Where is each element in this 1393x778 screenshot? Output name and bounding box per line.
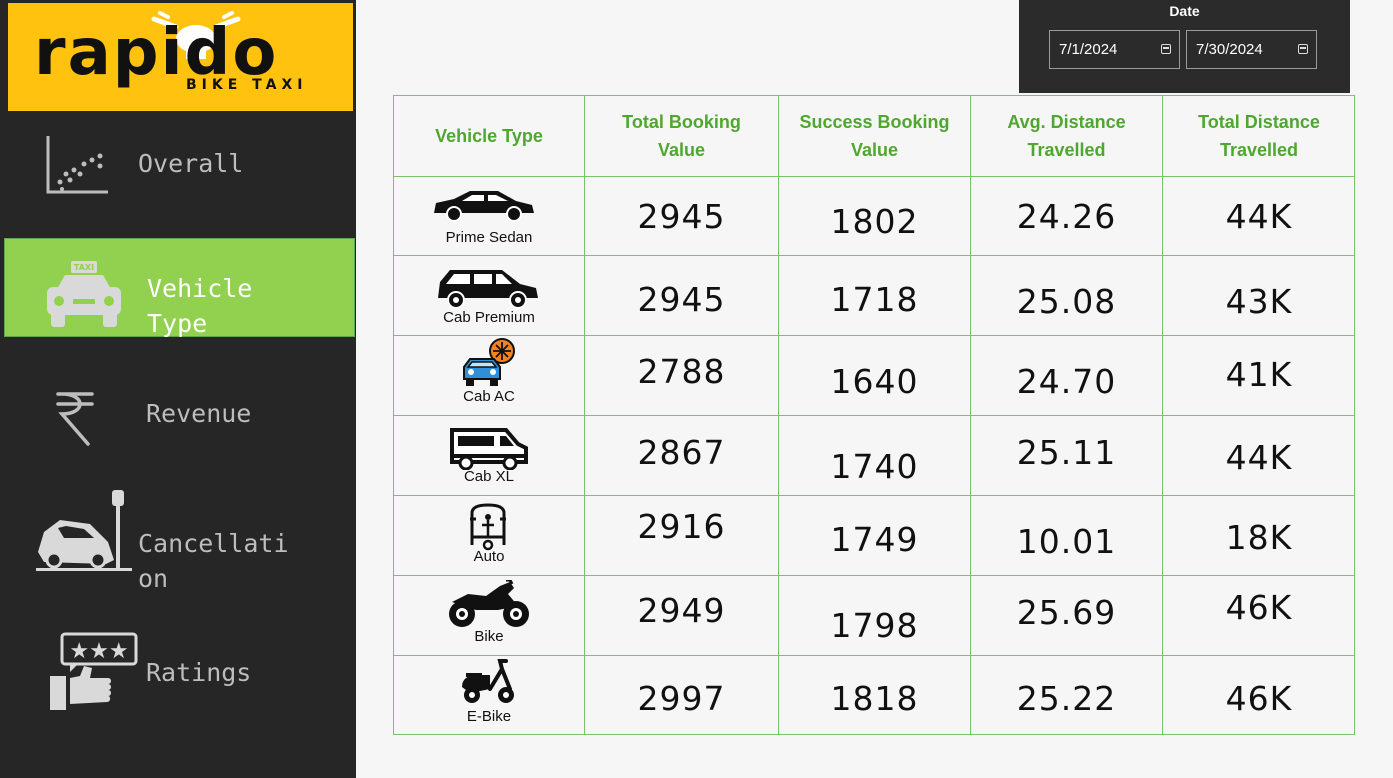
avg-distance-value: 24.26 xyxy=(1016,197,1117,236)
row-divider xyxy=(394,255,1354,256)
row-divider xyxy=(394,415,1354,416)
total-distance-value: 44K xyxy=(1225,438,1293,477)
sidebar-item-label-line1: Cancellati xyxy=(138,529,289,558)
avg-distance-value: 10.01 xyxy=(1016,522,1117,561)
total-distance-value: 18K xyxy=(1225,518,1293,557)
date-filter: Date 7/1/2024 7/30/2024 xyxy=(1019,0,1350,93)
total-booking-value: 2949 xyxy=(637,591,726,630)
row-divider xyxy=(394,176,1354,177)
header-total-booking[interactable]: Total Booking Value xyxy=(585,96,778,176)
thumbs-up-stars-icon: ★★★ xyxy=(50,632,138,710)
sidebar-item-cancellation[interactable]: Cancellati on xyxy=(4,486,355,596)
brand-tagline: BIKE TAXI xyxy=(186,77,308,93)
avg-distance-value: 25.08 xyxy=(1016,282,1117,321)
success-booking-value: 1818 xyxy=(830,679,919,718)
sidebar-item-overall[interactable]: Overall xyxy=(4,118,355,228)
sidebar-item-label-line2: on xyxy=(138,564,169,593)
end-date-input[interactable]: 7/30/2024 xyxy=(1186,30,1317,69)
success-booking-value: 1798 xyxy=(830,606,919,645)
sidebar-item-label: Revenue xyxy=(146,399,252,428)
success-booking-value: 1718 xyxy=(830,280,919,319)
header-success-booking[interactable]: Success Booking Value xyxy=(779,96,970,176)
avg-distance-value: 25.69 xyxy=(1016,593,1117,632)
end-date-value: 7/30/2024 xyxy=(1196,41,1263,58)
total-booking-value: 2945 xyxy=(637,197,726,236)
success-booking-value: 1740 xyxy=(830,447,919,486)
row-divider xyxy=(394,335,1354,336)
motorbike-icon xyxy=(449,580,529,627)
svg-text:★★★: ★★★ xyxy=(69,639,128,664)
success-booking-value: 1640 xyxy=(830,362,919,401)
avg-distance-value: 24.70 xyxy=(1016,362,1117,401)
avg-distance-value: 25.11 xyxy=(1016,433,1117,472)
col-divider xyxy=(970,96,971,734)
van-icon xyxy=(450,428,528,470)
scooter-icon xyxy=(462,659,514,703)
total-distance-value: 46K xyxy=(1225,588,1293,627)
sidebar-item-label-line1: Vehicle xyxy=(147,274,253,303)
sidebar-item-label: Ratings xyxy=(146,658,252,687)
vehicle-label: Prime Sedan xyxy=(445,229,533,246)
vehicle-label: E-Bike xyxy=(466,708,512,725)
vehicle-label: Auto xyxy=(473,548,505,565)
rupee-icon xyxy=(56,392,94,446)
rapido-logo: rapido BIKE TAXI xyxy=(8,3,353,111)
total-booking-value: 2867 xyxy=(637,433,726,472)
total-booking-value: 2945 xyxy=(637,280,726,319)
col-divider xyxy=(584,96,585,734)
success-booking-value: 1802 xyxy=(830,202,919,241)
date-filter-title: Date xyxy=(1169,3,1200,19)
svg-text:TAXI: TAXI xyxy=(74,263,94,272)
vehicle-label: Bike xyxy=(474,628,504,645)
sidebar: rapido BIKE TAXI Overall TAXI Vehicle Ty… xyxy=(0,0,356,778)
total-distance-value: 43K xyxy=(1225,282,1293,321)
auto-rickshaw-icon xyxy=(470,503,506,551)
col-divider xyxy=(1162,96,1163,734)
vehicle-label: Cab Premium xyxy=(443,309,535,326)
sedan-icon xyxy=(434,191,534,222)
vehicle-label: Cab AC xyxy=(463,388,515,405)
car-ac-icon xyxy=(463,338,515,386)
suv-icon xyxy=(438,270,538,309)
vehicle-label: Cab XL xyxy=(463,468,515,485)
success-booking-value: 1749 xyxy=(830,520,919,559)
start-date-input[interactable]: 7/1/2024 xyxy=(1049,30,1180,69)
calendar-icon[interactable] xyxy=(1298,44,1308,54)
header-total-distance[interactable]: Total Distance Travelled xyxy=(1163,96,1355,176)
taxi-icon: TAXI xyxy=(47,261,121,327)
scatter-chart-icon xyxy=(46,136,108,194)
row-divider xyxy=(394,575,1354,576)
calendar-icon[interactable] xyxy=(1161,44,1171,54)
total-booking-value: 2997 xyxy=(637,679,726,718)
sidebar-item-vehicle-type[interactable]: TAXI Vehicle Type xyxy=(4,238,355,337)
total-distance-value: 41K xyxy=(1225,355,1293,394)
total-booking-value: 2916 xyxy=(637,507,726,546)
sidebar-item-label-line2: Type xyxy=(147,309,208,337)
total-distance-value: 44K xyxy=(1225,197,1293,236)
header-avg-distance[interactable]: Avg. Distance Travelled xyxy=(971,96,1162,176)
car-crash-icon xyxy=(36,490,132,571)
sidebar-item-ratings[interactable]: ★★★ Ratings xyxy=(4,630,355,720)
header-vehicle-type[interactable]: Vehicle Type xyxy=(394,96,584,176)
total-booking-value: 2788 xyxy=(637,352,726,391)
brand-name: rapido xyxy=(34,16,279,90)
vehicle-stats-table: Vehicle Type Total Booking Value Success … xyxy=(393,95,1355,735)
row-divider xyxy=(394,495,1354,496)
avg-distance-value: 25.22 xyxy=(1016,679,1117,718)
sidebar-item-revenue[interactable]: Revenue xyxy=(4,380,355,460)
start-date-value: 7/1/2024 xyxy=(1059,41,1118,58)
total-distance-value: 46K xyxy=(1225,679,1293,718)
row-divider xyxy=(394,655,1354,656)
sidebar-item-label: Overall xyxy=(138,149,244,178)
